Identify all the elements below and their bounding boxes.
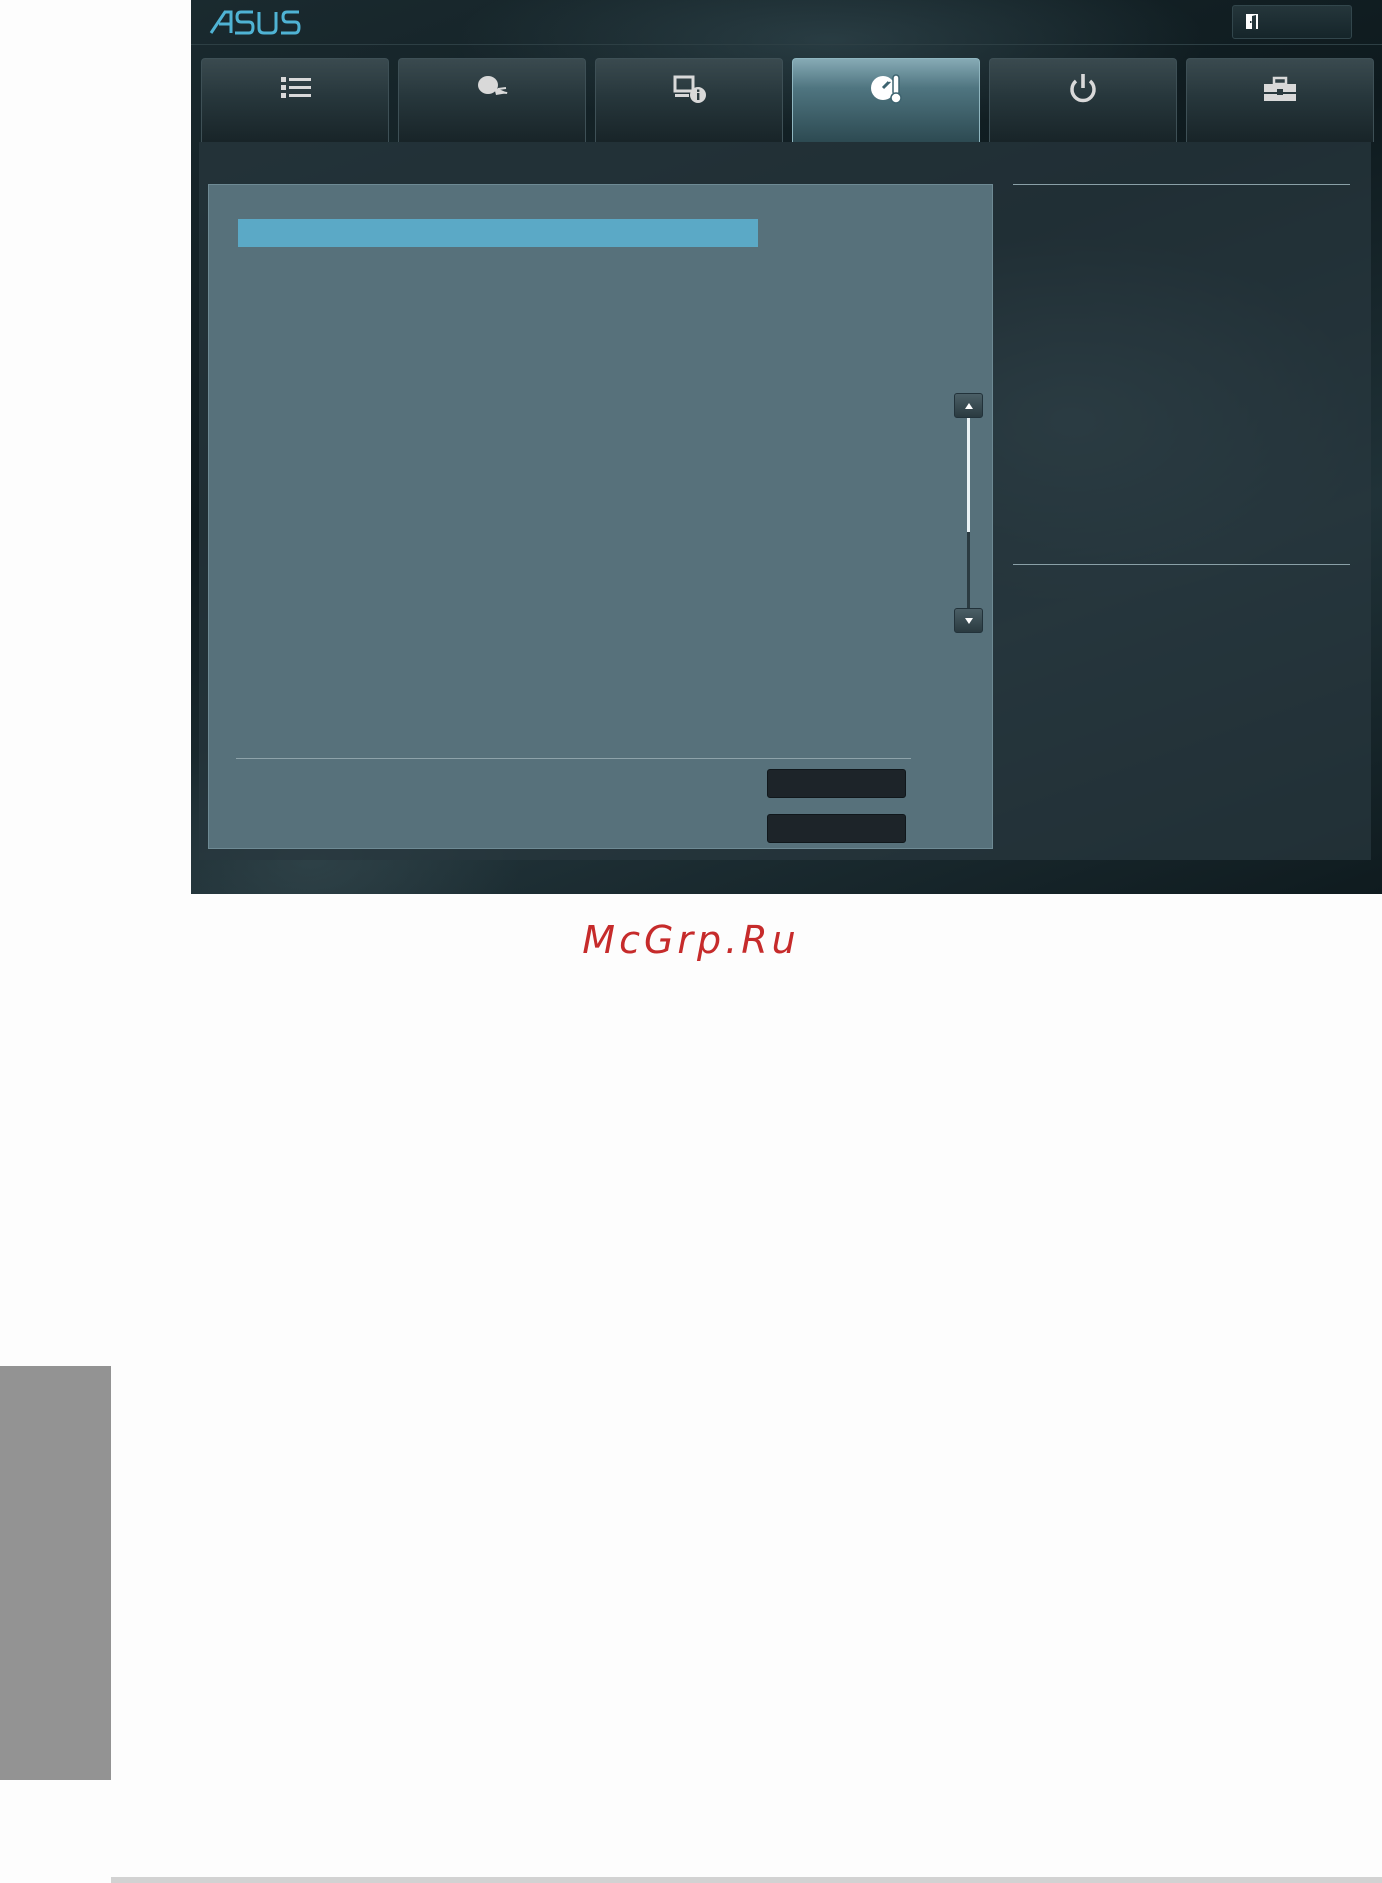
scroll-thumb[interactable] <box>967 418 970 532</box>
help-divider-bottom <box>1013 564 1350 565</box>
panel-divider <box>236 758 911 759</box>
asus-logo <box>209 10 301 35</box>
scroll-up-button[interactable] <box>954 393 983 418</box>
monitor-thermometer-icon <box>871 74 902 104</box>
tool-toolbox-icon <box>1264 76 1296 101</box>
settings-panel <box>208 184 993 849</box>
selected-setting-row[interactable] <box>238 219 758 247</box>
settings-scrollbar[interactable] <box>954 393 984 635</box>
main-menu-list-icon <box>281 77 311 98</box>
tab-boot[interactable] <box>989 58 1177 142</box>
tab-main[interactable] <box>201 58 389 142</box>
tab-ai-tweaker[interactable] <box>398 58 586 142</box>
arrow-up-icon <box>965 403 973 409</box>
scroll-down-button[interactable] <box>954 608 983 633</box>
bios-window <box>191 0 1382 894</box>
exit-door-icon <box>1246 14 1258 30</box>
footer-rule <box>111 1877 1382 1883</box>
arrow-down-icon <box>965 618 973 624</box>
page-side-tab <box>0 1366 111 1780</box>
help-panel <box>1013 184 1350 849</box>
watermark-text: McGrp.Ru <box>582 918 800 962</box>
tab-monitor[interactable] <box>792 58 980 142</box>
ai-tweaker-rocket-icon <box>478 76 508 95</box>
panel-action-button-1[interactable] <box>767 769 906 798</box>
menu-tabs <box>201 58 1374 142</box>
boot-power-icon <box>1070 74 1096 103</box>
exit-button[interactable] <box>1232 5 1352 39</box>
panel-action-button-2[interactable] <box>767 814 906 843</box>
help-divider-top <box>1013 184 1350 185</box>
top-bar <box>191 0 1382 45</box>
advanced-system-info-icon <box>673 75 706 103</box>
tab-tool[interactable] <box>1186 58 1374 142</box>
tab-advanced[interactable] <box>595 58 783 142</box>
